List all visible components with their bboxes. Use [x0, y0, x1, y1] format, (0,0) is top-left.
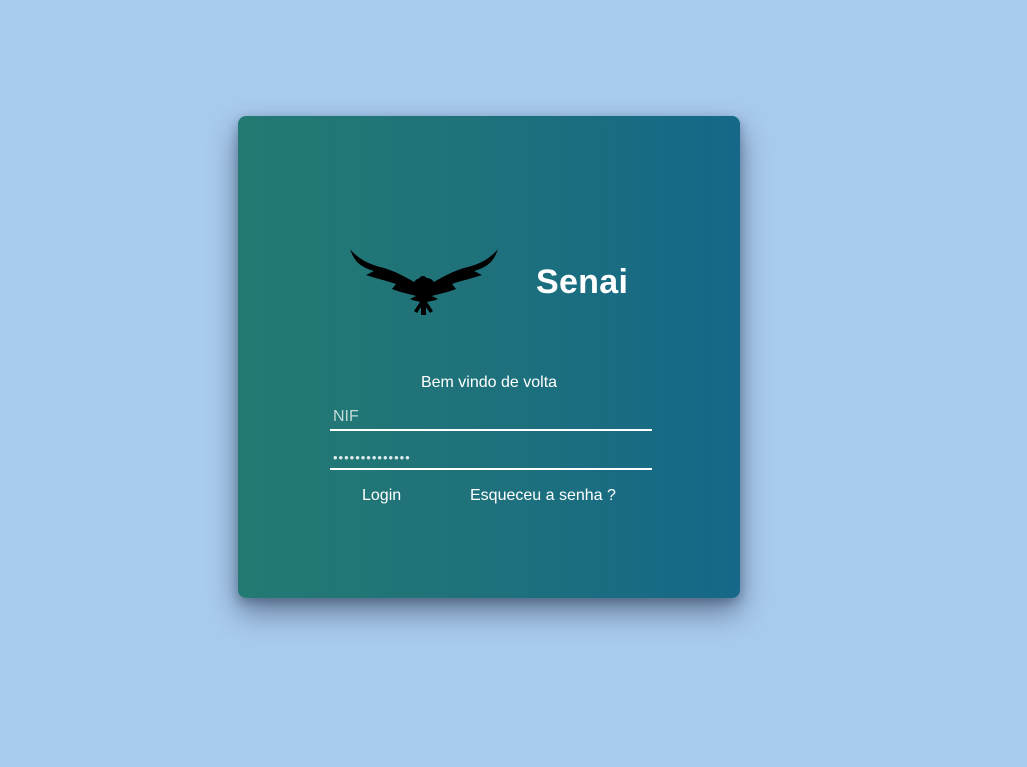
login-card: Senai Bem vindo de volta Login Esqueceu …	[238, 116, 740, 598]
eagle-icon	[350, 249, 498, 315]
login-button[interactable]: Login	[362, 486, 401, 506]
welcome-text: Bem vindo de volta	[420, 374, 558, 391]
nif-input[interactable]	[330, 405, 652, 431]
password-input[interactable]	[330, 446, 652, 470]
brand-name: Senai	[536, 263, 629, 301]
forgot-password-link[interactable]: Esqueceu a senha ?	[470, 486, 616, 506]
